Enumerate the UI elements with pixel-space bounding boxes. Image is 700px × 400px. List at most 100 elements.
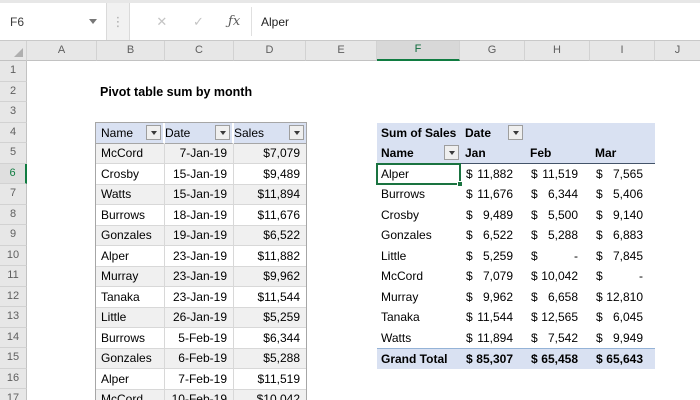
name-box-dropdown-icon[interactable] [89, 19, 97, 24]
cancel-icon[interactable]: ✕ [144, 14, 180, 30]
pivot-date-filter-dropdown[interactable] [508, 125, 523, 140]
pivot-cell-jan[interactable]: $6,522 [460, 225, 525, 246]
row-header-9[interactable]: 9 [0, 225, 27, 246]
source-header-date[interactable]: Date [165, 123, 234, 144]
source-header-name[interactable]: Name [96, 123, 165, 144]
cell-name[interactable]: Watts [96, 185, 165, 206]
row-header-12[interactable]: 12 [0, 287, 27, 308]
pivot-cell-name[interactable]: Watts [377, 328, 460, 349]
cell-date[interactable]: 19-Jan-19 [165, 226, 234, 247]
cell-sales[interactable]: $9,962 [234, 267, 306, 288]
pivot-cell-feb[interactable]: $5,288 [525, 225, 590, 246]
pivot-cell-feb[interactable]: $5,500 [525, 205, 590, 226]
cell-name[interactable]: Burrows [96, 205, 165, 226]
cell-date[interactable]: 23-Jan-19 [165, 246, 234, 267]
source-header-sales[interactable]: Sales [234, 123, 306, 144]
select-all-corner[interactable] [0, 41, 27, 61]
row-header-7[interactable]: 7 [0, 184, 27, 205]
cell-sales[interactable]: $10,042 [234, 390, 306, 400]
column-header-j[interactable]: J [655, 41, 700, 61]
pivot-cell-name[interactable]: Crosby [377, 205, 460, 226]
row-header-2[interactable]: 2 [0, 82, 27, 103]
column-header-h[interactable]: H [525, 41, 590, 61]
grand-total-label[interactable]: Grand Total [377, 349, 460, 369]
cell-date[interactable]: 5-Feb-19 [165, 328, 234, 349]
pivot-cell-feb[interactable]: $11,519 [525, 164, 590, 185]
cell-date[interactable]: 7-Feb-19 [165, 369, 234, 390]
cell-sales[interactable]: $11,544 [234, 287, 306, 308]
pivot-cell-name[interactable]: McCord [377, 266, 460, 287]
row-header-14[interactable]: 14 [0, 328, 27, 349]
column-header-f-selected[interactable]: F [377, 41, 460, 61]
pivot-cell-feb[interactable]: $12,565 [525, 307, 590, 328]
pivot-cell-jan[interactable]: $11,544 [460, 307, 525, 328]
cell-name[interactable]: Alper [96, 246, 165, 267]
cell-name[interactable]: Gonzales [96, 349, 165, 370]
pivot-cell-feb[interactable]: $- [525, 246, 590, 267]
cell-sales[interactable]: $7,079 [234, 144, 306, 165]
name-box[interactable]: F6 [0, 3, 107, 40]
cell-date[interactable]: 6-Feb-19 [165, 349, 234, 370]
cell-date[interactable]: 26-Jan-19 [165, 308, 234, 329]
row-header-13[interactable]: 13 [0, 307, 27, 328]
pivot-month-header-feb[interactable]: Feb [525, 143, 590, 163]
formula-bar-input[interactable]: Alper [252, 3, 700, 40]
filter-dropdown-sales[interactable] [289, 125, 304, 140]
row-header-17[interactable]: 17 [0, 389, 27, 400]
insert-function-icon[interactable]: ƒx [217, 14, 251, 29]
row-header-10[interactable]: 10 [0, 246, 27, 267]
cell-date[interactable]: 23-Jan-19 [165, 287, 234, 308]
cell-date[interactable]: 15-Jan-19 [165, 164, 234, 185]
grand-total-feb[interactable]: $65,458 [525, 349, 590, 369]
column-header-i[interactable]: I [590, 41, 655, 61]
row-header-6-selected[interactable]: 6 [0, 164, 27, 185]
pivot-cell-jan[interactable]: $11,894 [460, 328, 525, 349]
pivot-cell-mar[interactable]: $12,810 [590, 287, 655, 308]
cell-sales[interactable]: $6,522 [234, 226, 306, 247]
cell-sales[interactable]: $11,676 [234, 205, 306, 226]
pivot-cell-mar[interactable]: $7,845 [590, 246, 655, 267]
pivot-cell-name[interactable]: Tanaka [377, 307, 460, 328]
pivot-cell-feb[interactable]: $10,042 [525, 266, 590, 287]
pivot-month-header-mar[interactable]: Mar [590, 143, 655, 163]
pivot-column-field-cell[interactable]: Date [460, 123, 525, 144]
pivot-cell-mar[interactable]: $7,565 [590, 164, 655, 185]
pivot-month-header-jan[interactable]: Jan [460, 143, 525, 163]
pivot-cell-name[interactable]: Gonzales [377, 225, 460, 246]
cell-sales[interactable]: $9,489 [234, 164, 306, 185]
cell-name[interactable]: Tanaka [96, 287, 165, 308]
pivot-cell-jan[interactable]: $9,489 [460, 205, 525, 226]
pivot-cell-feb[interactable]: $6,344 [525, 184, 590, 205]
pivot-cell-jan[interactable]: $7,079 [460, 266, 525, 287]
row-header-11[interactable]: 11 [0, 266, 27, 287]
pivot-cell-mar[interactable]: $- [590, 266, 655, 287]
enter-icon[interactable]: ✓ [180, 14, 218, 30]
pivot-cell-mar[interactable]: $6,883 [590, 225, 655, 246]
pivot-cell-mar[interactable]: $5,406 [590, 184, 655, 205]
pivot-cell-jan[interactable]: $11,676 [460, 184, 525, 205]
row-header-16[interactable]: 16 [0, 369, 27, 390]
filter-dropdown-name[interactable] [146, 125, 161, 140]
pivot-cell-jan[interactable]: $9,962 [460, 287, 525, 308]
row-header-1[interactable]: 1 [0, 61, 27, 82]
column-header-a[interactable]: A [27, 41, 97, 61]
filter-dropdown-date[interactable] [215, 125, 230, 140]
grand-total-jan[interactable]: $85,307 [460, 349, 525, 369]
row-header-15[interactable]: 15 [0, 348, 27, 369]
cell-sales[interactable]: $11,894 [234, 185, 306, 206]
cell-sales[interactable]: $6,344 [234, 328, 306, 349]
grand-total-mar[interactable]: $65,643 [590, 349, 655, 369]
fill-handle[interactable] [457, 181, 463, 187]
pivot-cell-feb[interactable]: $7,542 [525, 328, 590, 349]
cell-date[interactable]: 10-Feb-19 [165, 390, 234, 400]
pivot-cell-jan[interactable]: $5,259 [460, 246, 525, 267]
row-header-3[interactable]: 3 [0, 102, 27, 123]
cell-name[interactable]: Burrows [96, 328, 165, 349]
pivot-name-filter-dropdown[interactable] [444, 145, 459, 160]
pivot-cell-feb[interactable]: $6,658 [525, 287, 590, 308]
row-header-4[interactable]: 4 [0, 123, 27, 144]
pivot-cell-name[interactable]: Alper [377, 164, 460, 185]
cell-date[interactable]: 15-Jan-19 [165, 185, 234, 206]
cell-name[interactable]: Crosby [96, 164, 165, 185]
cell-date[interactable]: 18-Jan-19 [165, 205, 234, 226]
